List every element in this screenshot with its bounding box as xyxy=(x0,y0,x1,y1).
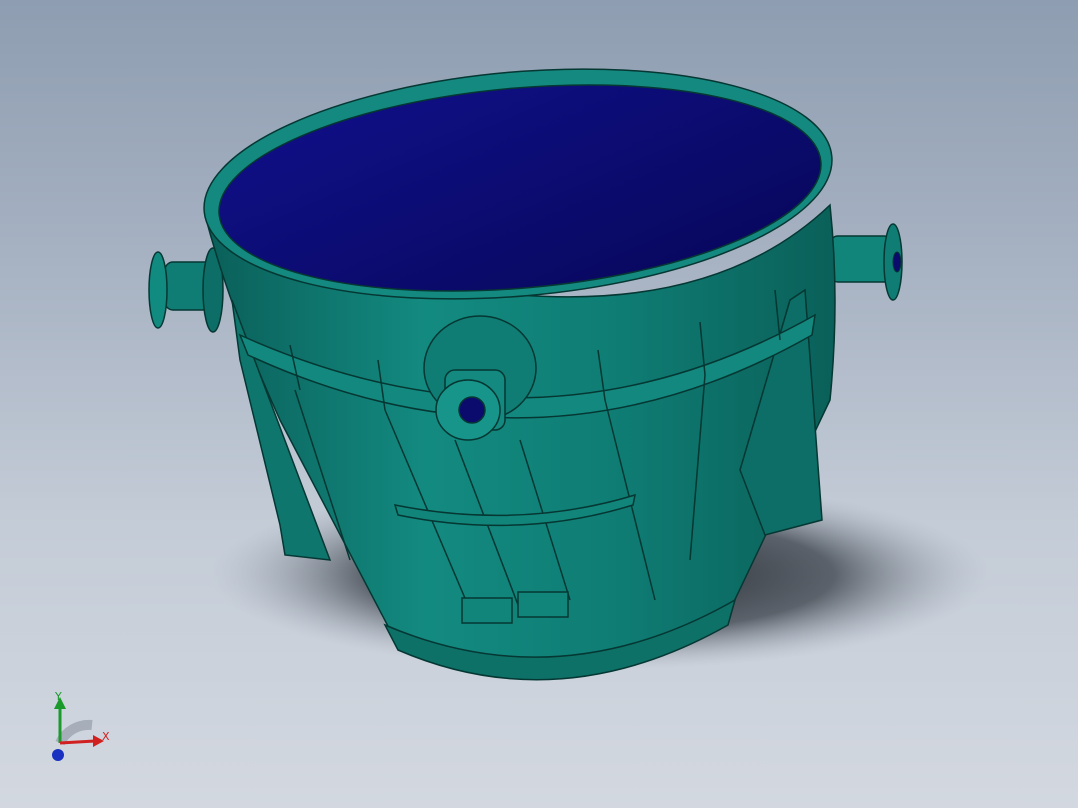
coordinate-triad xyxy=(52,697,104,761)
graphics-viewport[interactable]: Y X xyxy=(0,0,1078,808)
z-axis-dot xyxy=(52,749,64,761)
x-axis-label: X xyxy=(102,730,110,743)
ladle-model[interactable] xyxy=(0,0,1078,808)
x-axis-arrow xyxy=(59,739,96,745)
y-axis-label: Y xyxy=(55,690,62,703)
lifting-block-right xyxy=(517,591,569,618)
left-trunnion xyxy=(148,247,224,333)
lifting-block-left xyxy=(461,597,513,624)
right-trunnion xyxy=(829,223,903,301)
